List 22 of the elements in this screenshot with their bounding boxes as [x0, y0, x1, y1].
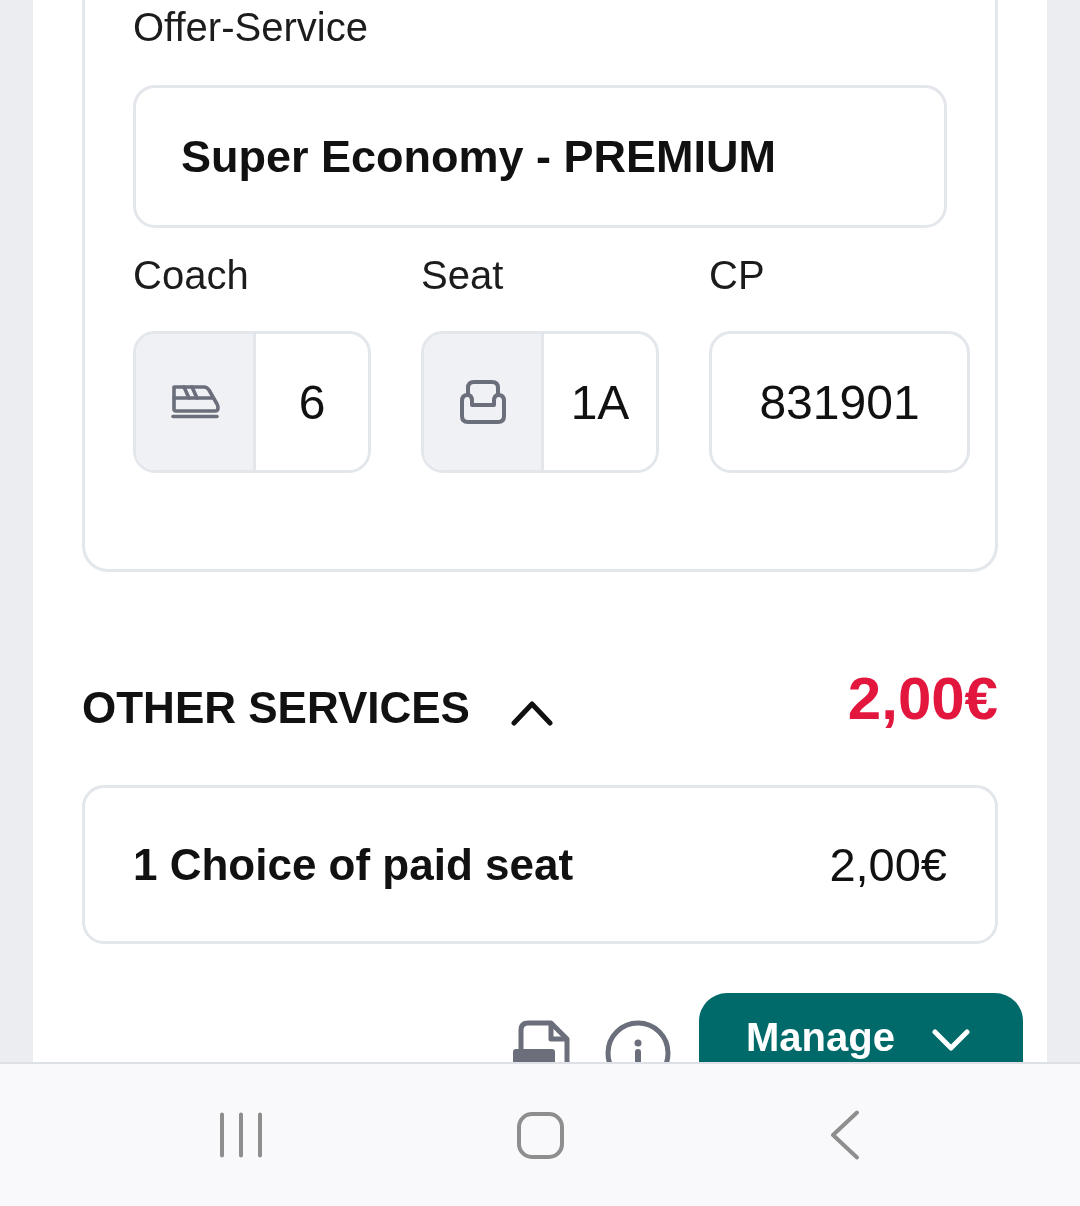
field-label: Offer-Service — [133, 4, 369, 50]
back-icon[interactable] — [830, 1110, 860, 1160]
field-label: CP — [709, 252, 766, 298]
caret-icon — [931, 1029, 970, 1051]
service-price: 2,00€ — [829, 837, 947, 892]
total-price: 2,00€ — [847, 664, 998, 734]
service-name: 1 Choice of paid seat — [133, 839, 574, 890]
info-icon[interactable] — [605, 1020, 671, 1062]
home-icon[interactable] — [517, 1111, 564, 1159]
field-label: Coach — [133, 252, 250, 298]
cp-field: 831901 — [709, 331, 970, 473]
section-title: OTHER SERVICES — [82, 682, 470, 734]
field-label: Seat — [421, 252, 505, 298]
field-value: 1A — [569, 374, 631, 431]
field-value: 6 — [297, 374, 327, 431]
recent-apps-icon[interactable] — [219, 1112, 263, 1158]
document-icon[interactable] — [512, 1020, 570, 1062]
manage-button[interactable]: Manage — [699, 993, 1023, 1062]
train-icon — [136, 334, 256, 470]
offer-field: Super Economy - PREMIUM — [133, 85, 947, 228]
chevron-up-icon[interactable] — [510, 700, 553, 726]
armchair-icon — [424, 334, 544, 470]
